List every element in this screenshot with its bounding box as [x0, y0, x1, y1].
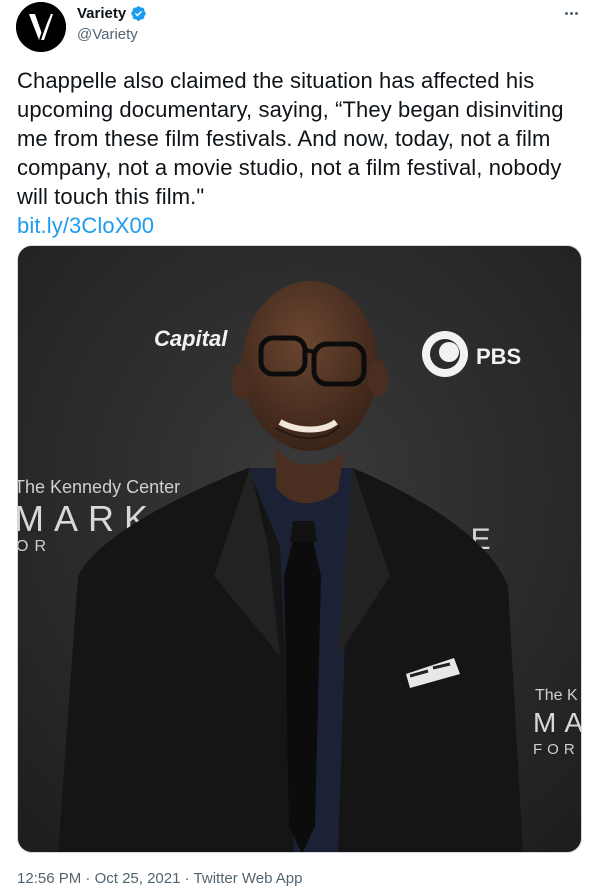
right-line-1: The K	[535, 687, 578, 704]
author-avatar[interactable]	[16, 2, 66, 52]
tweet-source[interactable]: Twitter Web App	[194, 870, 303, 887]
right-line-2: MA	[533, 707, 582, 738]
verified-badge-icon	[130, 5, 147, 22]
svg-text:PBS: PBS	[476, 344, 521, 369]
variety-logo-icon	[16, 2, 66, 52]
tweet-card: Variety @Variety Chappelle also claimed …	[0, 0, 599, 889]
tweet-photo[interactable]: Capital PBS The Kennedy Center MARK OR I…	[17, 245, 582, 853]
tweet-body: Chappelle also claimed the situation has…	[17, 66, 582, 240]
event-line-1: The Kennedy Center	[18, 477, 180, 497]
event-line-3: OR	[18, 538, 52, 555]
tweet-date[interactable]: Oct 25, 2021	[95, 870, 181, 887]
right-line-3: FOR	[533, 741, 580, 758]
tweet-text: Chappelle also claimed the situation has…	[17, 68, 570, 209]
tweet-link[interactable]: bit.ly/3CloX00	[17, 211, 582, 240]
more-options-icon[interactable]	[561, 6, 581, 20]
tweet-time[interactable]: 12:56 PM	[17, 870, 81, 887]
meta-separator-2: ·	[184, 870, 190, 887]
author-display-name[interactable]: Variety	[77, 5, 126, 22]
author-handle[interactable]: @Variety	[77, 26, 138, 43]
meta-separator-1: ·	[85, 870, 91, 887]
tweet-metadata: 12:56 PM · Oct 25, 2021 · Twitter Web Ap…	[17, 870, 303, 887]
author-name-row: Variety	[77, 5, 147, 22]
photo-canvas: Capital PBS The Kennedy Center MARK OR I…	[18, 246, 582, 852]
sponsor-logo-text: Capital	[154, 326, 228, 351]
